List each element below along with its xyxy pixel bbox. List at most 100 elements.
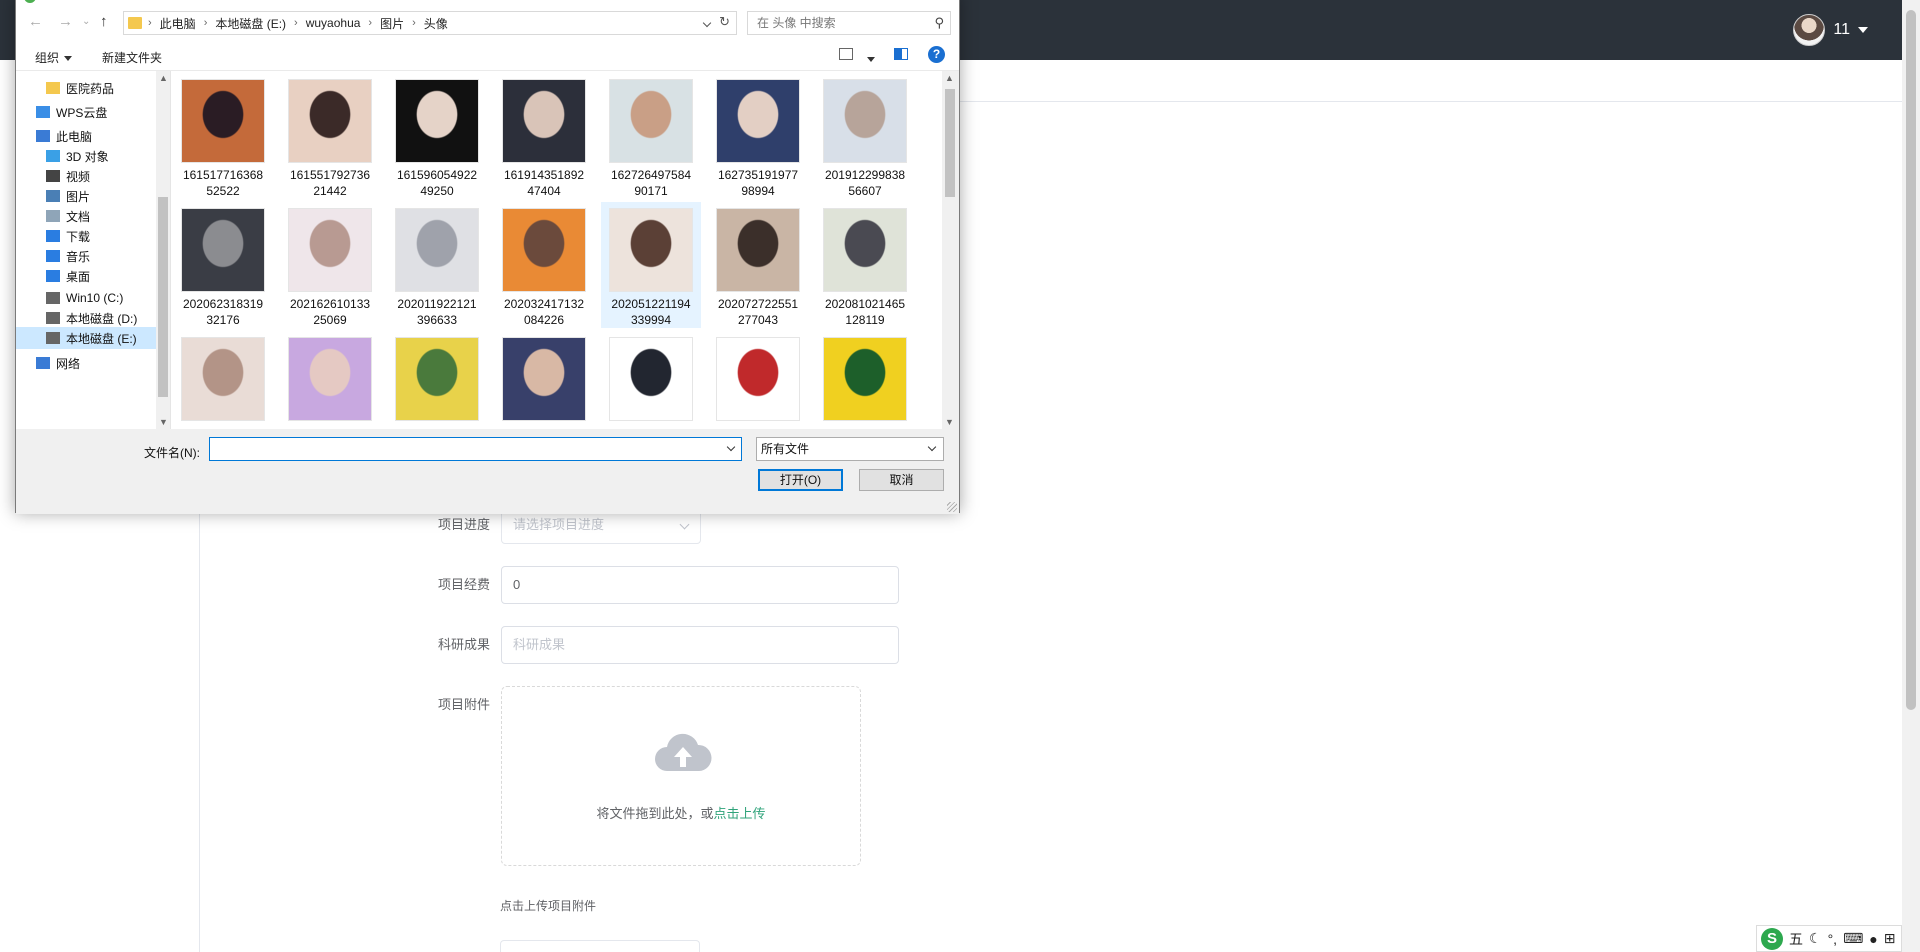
breadcrumb-item[interactable]: 本地磁盘 (E:) — [215, 15, 286, 32]
funding-input[interactable]: 0 — [501, 566, 899, 604]
nav-item[interactable]: 文档 — [16, 205, 158, 227]
organize-button[interactable]: 组织 — [35, 49, 73, 66]
filetype-select[interactable]: 所有文件 — [756, 437, 944, 461]
refresh-icon[interactable]: ↻ — [719, 14, 730, 30]
file-item[interactable]: 162735191977 98994 — [708, 73, 808, 199]
punctuation-icon[interactable]: °, — [1828, 931, 1838, 947]
file-thumbnail[interactable] — [288, 79, 372, 163]
file-item[interactable]: 202051221194 339994 — [601, 202, 701, 328]
file-item[interactable]: 161517716368 52522 — [173, 73, 273, 199]
address-bar[interactable]: › 此电脑 › 本地磁盘 (E:) › wuyaohua › 图片 › 头像 ↻ — [123, 11, 737, 35]
filename-input[interactable] — [209, 437, 742, 461]
nav-item[interactable]: 下载 — [16, 225, 158, 247]
breadcrumb-item[interactable]: wuyaohua — [306, 16, 361, 30]
nav-item[interactable]: 此电脑 — [16, 125, 158, 147]
file-thumbnail[interactable] — [823, 208, 907, 292]
caret-down-icon[interactable] — [1858, 27, 1868, 33]
file-item[interactable] — [708, 331, 808, 429]
nav-item[interactable]: 医院药品 — [16, 77, 158, 99]
file-thumbnail[interactable] — [395, 208, 479, 292]
user-menu[interactable]: 11 — [1793, 14, 1868, 46]
file-item[interactable]: 162726497584 90171 — [601, 73, 701, 199]
scroll-up-icon[interactable]: ▲ — [159, 73, 168, 83]
file-item[interactable]: 202011922121 396633 — [387, 202, 487, 328]
help-icon[interactable]: ? — [928, 46, 945, 63]
file-item[interactable] — [280, 331, 380, 429]
chevron-down-icon[interactable] — [702, 18, 712, 28]
file-item[interactable] — [601, 331, 701, 429]
cancel-button[interactable]: 取消 — [859, 469, 944, 491]
results-input[interactable]: 科研成果 — [501, 626, 899, 664]
forward-arrow-icon[interactable]: → — [58, 13, 73, 30]
breadcrumb-item[interactable]: 图片 — [380, 15, 404, 32]
page-scrollbar[interactable] — [1902, 0, 1920, 952]
new-folder-button[interactable]: 新建文件夹 — [102, 49, 162, 66]
search-icon[interactable]: ⚲ — [934, 12, 944, 34]
file-thumbnail[interactable] — [502, 79, 586, 163]
file-thumbnail[interactable] — [502, 337, 586, 421]
file-item[interactable]: 161551792736 21442 — [280, 73, 380, 199]
filepane-scrollbar-thumb[interactable] — [945, 89, 955, 197]
file-thumbnail[interactable] — [502, 208, 586, 292]
nav-item[interactable]: Win10 (C:) — [16, 287, 158, 309]
file-item[interactable] — [494, 331, 594, 429]
search-input[interactable]: 在 头像 中搜索 ⚲ — [747, 11, 951, 35]
file-thumbnail[interactable] — [609, 337, 693, 421]
nav-item[interactable]: 桌面 — [16, 265, 158, 287]
ime-mode[interactable]: 五 — [1789, 929, 1803, 949]
filepane-scrollbar[interactable]: ▲ ▼ — [942, 71, 958, 429]
file-thumbnail[interactable] — [609, 208, 693, 292]
navpane-scrollbar-thumb[interactable] — [158, 197, 168, 397]
moon-icon[interactable]: ☾ — [1809, 930, 1822, 947]
file-thumbnail[interactable] — [395, 79, 479, 163]
page-scrollbar-thumb[interactable] — [1906, 10, 1916, 710]
nav-item[interactable]: 3D 对象 — [16, 145, 158, 167]
scroll-down-icon[interactable]: ▼ — [159, 417, 168, 427]
file-thumbnail[interactable] — [181, 337, 265, 421]
avatar[interactable] — [1793, 14, 1826, 46]
file-thumbnail[interactable] — [823, 337, 907, 421]
file-item[interactable]: 202032417132 084226 — [494, 202, 594, 328]
file-thumbnail[interactable] — [823, 79, 907, 163]
nav-item[interactable]: 本地磁盘 (D:) — [16, 307, 158, 329]
open-button[interactable]: 打开(O) — [758, 469, 843, 491]
sogou-logo-icon[interactable]: S — [1761, 927, 1783, 950]
back-arrow-icon[interactable]: ← — [28, 13, 43, 30]
scroll-up-icon[interactable]: ▲ — [945, 73, 954, 83]
scroll-down-icon[interactable]: ▼ — [945, 417, 954, 427]
resize-grip-icon[interactable] — [947, 502, 957, 512]
file-item[interactable] — [387, 331, 487, 429]
file-item[interactable]: 202081021465 128119 — [815, 202, 915, 328]
upload-dropzone[interactable]: 将文件拖到此处，或点击上传 — [501, 686, 861, 866]
chevron-down-icon[interactable] — [726, 442, 736, 452]
file-item[interactable]: 202162610133 25069 — [280, 202, 380, 328]
nav-item[interactable]: 网络 — [16, 352, 158, 374]
preview-pane-icon[interactable] — [894, 48, 908, 60]
upload-link[interactable]: 点击上传 — [714, 806, 766, 821]
breadcrumb-item[interactable]: 此电脑 — [160, 15, 196, 32]
file-item[interactable]: 161596054922 49250 — [387, 73, 487, 199]
view-dropdown-button[interactable] — [862, 52, 875, 66]
up-arrow-icon[interactable]: ↑ — [100, 13, 108, 30]
view-mode-icon[interactable] — [839, 48, 853, 60]
file-thumbnail[interactable] — [395, 337, 479, 421]
file-thumbnail[interactable] — [716, 79, 800, 163]
nav-item[interactable]: 视频 — [16, 165, 158, 187]
nav-item[interactable]: 图片 — [16, 185, 158, 207]
file-item[interactable]: 202062318319 32176 — [173, 202, 273, 328]
username[interactable]: 11 — [1833, 21, 1850, 39]
file-thumbnail[interactable] — [288, 208, 372, 292]
file-thumbnail[interactable] — [716, 337, 800, 421]
file-item[interactable]: 201912299838 56607 — [815, 73, 915, 199]
breadcrumb-item[interactable]: 头像 — [424, 15, 448, 32]
ime-toolbar[interactable]: S 五 ☾ °, ⌨ ● ⊞ — [1756, 925, 1902, 952]
file-item[interactable] — [173, 331, 273, 429]
file-item[interactable]: 202072722551 277043 — [708, 202, 808, 328]
file-thumbnail[interactable] — [716, 208, 800, 292]
file-item[interactable] — [815, 331, 915, 429]
keyboard-icon[interactable]: ⌨ — [1843, 930, 1863, 947]
file-thumbnail[interactable] — [181, 208, 265, 292]
nav-item[interactable]: 本地磁盘 (E:) — [16, 327, 158, 349]
file-thumbnail[interactable] — [609, 79, 693, 163]
nav-item[interactable]: WPS云盘 — [16, 101, 158, 123]
